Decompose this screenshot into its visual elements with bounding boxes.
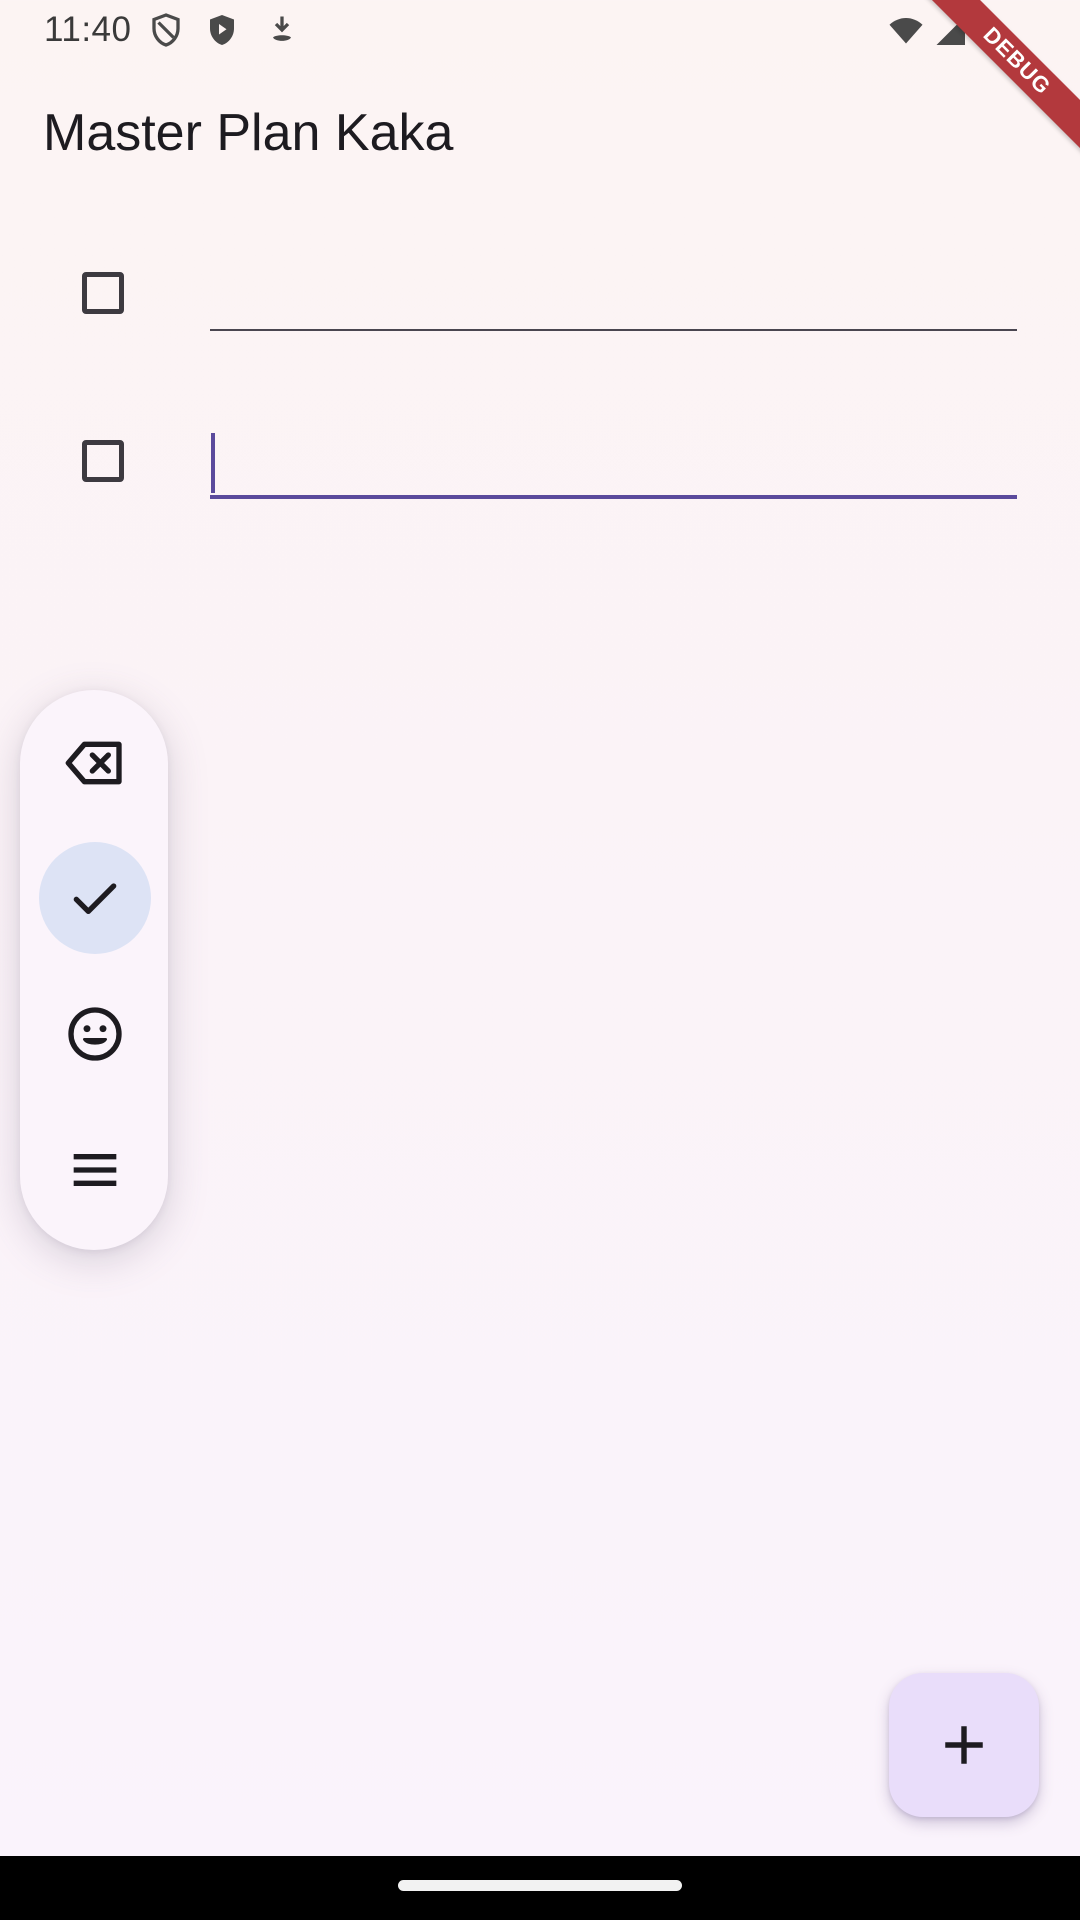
add-task-button[interactable]: [889, 1673, 1039, 1817]
shield-play-icon: [204, 12, 240, 48]
task-checkbox[interactable]: [82, 272, 124, 314]
menu-button[interactable]: [39, 1114, 151, 1226]
page-title: Master Plan Kaka: [43, 104, 454, 162]
task-row: [0, 403, 1080, 523]
wifi-icon: [888, 12, 924, 48]
menu-icon: [63, 1138, 127, 1202]
status-time: 11:40: [44, 10, 132, 49]
backspace-icon: [63, 731, 127, 795]
status-bar: 11:40: [0, 0, 1080, 62]
check-icon: [63, 866, 127, 930]
backspace-button[interactable]: [39, 707, 151, 819]
emoji-button[interactable]: [39, 978, 151, 1090]
task-text-field[interactable]: [210, 235, 1017, 331]
emoji-icon: [63, 1002, 127, 1066]
download-arrow-icon: [264, 12, 300, 48]
add-icon: [939, 1720, 989, 1770]
text-cursor: [211, 433, 215, 493]
task-text-field[interactable]: [210, 403, 1017, 499]
navigation-bar: [0, 1856, 1080, 1920]
task-row: [0, 235, 1080, 355]
home-gesture-handle[interactable]: [398, 1880, 682, 1891]
shield-outline-icon: [148, 12, 184, 48]
task-checkbox[interactable]: [82, 440, 124, 482]
done-button[interactable]: [39, 842, 151, 954]
keyboard-toolbar: [20, 690, 168, 1250]
